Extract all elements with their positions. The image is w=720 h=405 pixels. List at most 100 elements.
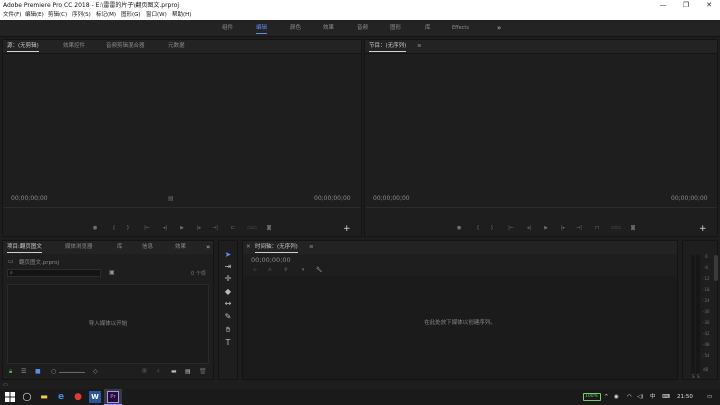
menu-edit[interactable]: 编辑(E)	[25, 11, 44, 20]
ime-indicator[interactable]: 中	[650, 389, 656, 405]
extract-icon[interactable]: ▭▭	[610, 224, 622, 232]
clear-icon[interactable]: 🗑︎	[199, 368, 207, 375]
add-marker-icon[interactable]: ▾	[299, 266, 307, 274]
solo-left-button[interactable]: S	[692, 374, 695, 379]
menu-marker[interactable]: 标记(M)	[96, 11, 116, 20]
track-select-tool-icon[interactable]: ⇥	[223, 262, 233, 272]
tab-project[interactable]: 项目:翻页图文	[7, 241, 42, 254]
workspace-overflow-button[interactable]: »	[497, 20, 501, 37]
workspace-libraries[interactable]: 库	[425, 20, 431, 37]
new-bin-from-search-icon[interactable]: ▣	[109, 269, 115, 276]
go-to-in-icon[interactable]: |←	[143, 224, 151, 232]
program-timecode-current[interactable]: 00;00;00;00	[373, 195, 410, 202]
lift-icon[interactable]: ⊓	[593, 224, 601, 232]
menu-sequence[interactable]: 序列(S)	[72, 11, 91, 20]
mark-out-icon[interactable]: }	[488, 224, 496, 232]
list-view-icon[interactable]: ☰	[21, 368, 26, 375]
go-to-out-icon[interactable]: →|	[211, 224, 219, 232]
step-forward-icon[interactable]: |▸	[195, 224, 203, 232]
source-timecode-current[interactable]: 00;00;00;00	[11, 195, 48, 202]
tab-audio-clip-mixer[interactable]: 音频剪辑混合器	[106, 40, 145, 53]
camera-icon[interactable]: ◙	[629, 224, 637, 232]
hand-tool-icon[interactable]: ✋︎	[223, 325, 233, 335]
solo-right-button[interactable]: S	[697, 374, 700, 379]
windows-start-icon[interactable]	[4, 391, 16, 403]
tab-libraries[interactable]: 库	[117, 241, 123, 254]
timeline-drop-area[interactable]: 在此处放下媒体以创建序列。	[243, 276, 677, 379]
tab-program[interactable]: 节目：(无序列)	[369, 40, 407, 53]
find-icon[interactable]: ⌕	[157, 368, 160, 374]
tab-source[interactable]: 源：(无剪辑)	[7, 40, 39, 53]
icon-view-icon[interactable]: ■	[35, 368, 41, 375]
add-marker-icon[interactable]: ●	[455, 224, 463, 232]
timeline-settings-icon[interactable]: 🔧︎	[315, 266, 323, 274]
mark-out-icon[interactable]: }	[124, 224, 132, 232]
menu-graphics[interactable]: 图形(G)	[121, 11, 141, 20]
file-explorer-icon[interactable]: ▬	[38, 391, 50, 403]
show-hidden-icons-icon[interactable]: ^	[604, 389, 609, 405]
ripple-edit-tool-icon[interactable]: ✛	[223, 274, 233, 284]
play-icon[interactable]: ▶	[178, 224, 186, 232]
menu-clip[interactable]: 剪辑(C)	[48, 11, 67, 20]
battery-icon[interactable]: 100%	[583, 393, 601, 401]
snap-icon[interactable]: ∩	[266, 266, 274, 274]
workspace-graphics[interactable]: 图形	[390, 20, 401, 37]
tab-effect-controls[interactable]: 效果控件	[63, 40, 85, 53]
close-button[interactable]: ✕	[698, 0, 720, 11]
timeline-close-icon[interactable]: ✕	[246, 241, 251, 254]
tab-info[interactable]: 信息	[142, 241, 153, 254]
tab-timeline[interactable]: 时间轴：(无序列)	[255, 241, 298, 254]
overwrite-icon[interactable]: ▭▭	[246, 224, 258, 232]
workspace-assembly[interactable]: 组件	[222, 20, 233, 37]
tab-media-browser[interactable]: 媒体浏览器	[65, 241, 93, 254]
wifi-icon[interactable]: ◠	[627, 389, 632, 405]
program-menu-icon[interactable]: ≡	[417, 40, 422, 53]
razor-tool-icon[interactable]: ◆	[223, 287, 233, 297]
workspace-color[interactable]: 颜色	[290, 20, 301, 37]
project-drop-area[interactable]: 导入媒体以开始	[7, 284, 209, 364]
zoom-slider[interactable]	[59, 372, 85, 373]
camera-icon[interactable]: ◙	[265, 224, 273, 232]
red-app-icon[interactable]: ●	[72, 391, 84, 403]
mark-in-icon[interactable]: {	[474, 224, 482, 232]
slip-tool-icon[interactable]: ↔	[223, 299, 233, 309]
mark-in-icon[interactable]: {	[110, 224, 118, 232]
step-back-icon[interactable]: ◂|	[161, 224, 169, 232]
workspace-editing[interactable]: 编辑	[256, 20, 268, 37]
menu-help[interactable]: 帮助(H)	[172, 11, 191, 20]
tabs-overflow-button[interactable]: »	[206, 241, 210, 254]
zoom-out-icon[interactable]: ○	[51, 368, 56, 375]
play-icon[interactable]: ▶	[542, 224, 550, 232]
nest-toggle-icon[interactable]: ⊹	[251, 266, 259, 274]
word-icon[interactable]: W	[89, 391, 101, 403]
sort-icon[interactable]: ◇	[93, 368, 98, 375]
source-scrubber[interactable]	[3, 207, 361, 208]
workspace-effects-custom[interactable]: Effects	[452, 20, 469, 37]
timeline-timecode[interactable]: 00;00;00;00	[251, 256, 291, 264]
settings-icon[interactable]: ▤	[168, 195, 174, 202]
pen-tool-icon[interactable]: ✎	[223, 312, 233, 322]
network-icon[interactable]: ◉	[614, 389, 619, 405]
maximize-button[interactable]: ❐	[675, 0, 697, 11]
insert-icon[interactable]: ⊏	[229, 224, 237, 232]
new-item-icon[interactable]: ▤	[185, 368, 191, 375]
go-to-in-icon[interactable]: |←	[507, 224, 515, 232]
notifications-icon[interactable]: ▭	[707, 389, 712, 405]
linked-selection-icon[interactable]: ⚲	[282, 266, 290, 274]
step-forward-icon[interactable]: |▸	[559, 224, 567, 232]
volume-icon[interactable]: ◁)	[637, 389, 643, 405]
premiere-taskbar-button[interactable]: Pr	[104, 389, 122, 405]
meter-scrollbar[interactable]	[714, 255, 718, 281]
workspace-effects[interactable]: 效果	[323, 20, 334, 37]
menu-window[interactable]: 窗口(W)	[146, 11, 167, 20]
edge-browser-icon[interactable]: e	[55, 391, 67, 403]
keyboard-icon[interactable]: ⌨︎	[662, 389, 670, 405]
go-to-out-icon[interactable]: →|	[575, 224, 583, 232]
tab-metadata[interactable]: 元数据	[168, 40, 185, 53]
tab-effects[interactable]: 效果	[175, 241, 186, 254]
search-input[interactable]: ⌕	[7, 269, 101, 277]
type-tool-icon[interactable]: T	[223, 338, 233, 348]
add-button[interactable]: +	[699, 225, 707, 234]
lock-icon[interactable]: 🔒︎	[9, 368, 12, 376]
cortana-icon[interactable]: ◯	[21, 391, 33, 403]
